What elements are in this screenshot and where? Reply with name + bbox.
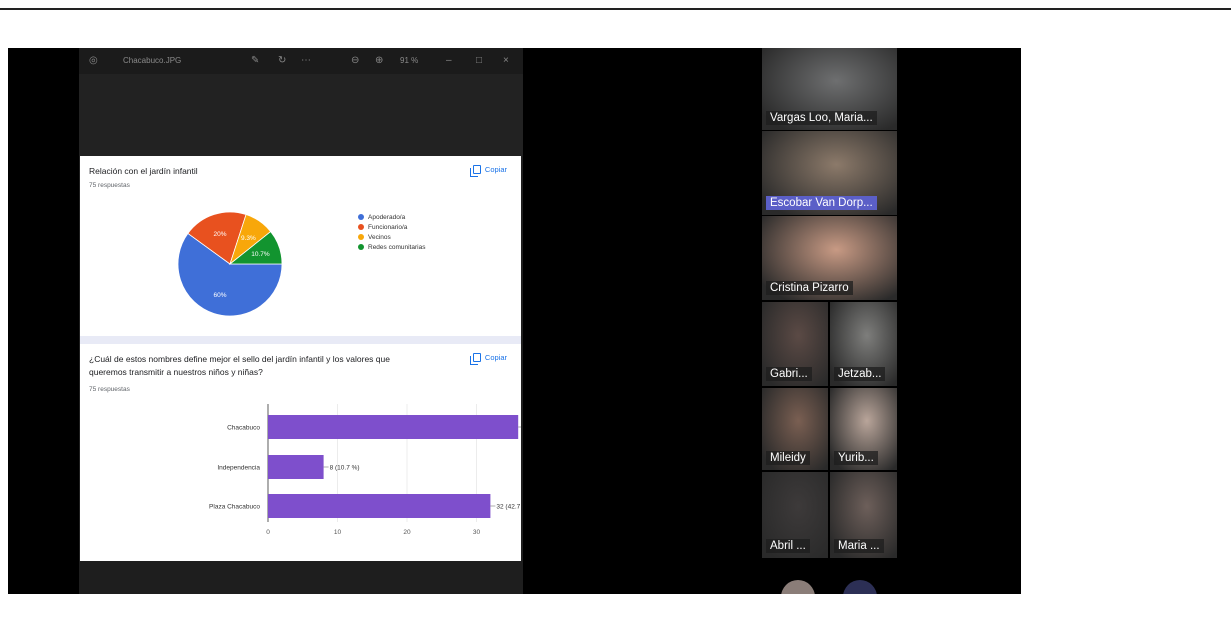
card-separator <box>80 336 521 344</box>
participant-name-label: Escobar Van Dorp... <box>766 196 877 210</box>
close-icon[interactable]: × <box>503 56 509 66</box>
viewer-empty-area <box>79 74 523 156</box>
data-label: 32 (42.7 %) <box>496 504 521 511</box>
pie-slice-label: 9.3% <box>241 235 256 242</box>
photos-app-icon: ◎ <box>89 55 98 66</box>
participant-video-tile[interactable]: Escobar Van Dorp... <box>762 131 897 215</box>
reaction-button[interactable] <box>781 580 815 594</box>
pie-slice-label: 60% <box>214 292 227 299</box>
participant-video-tile[interactable]: Gabri... <box>762 302 828 386</box>
legend-item: Apoderado/a <box>358 212 425 222</box>
legend-item: Funcionario/a <box>358 222 425 232</box>
legend-item: Redes comunitarias <box>358 242 425 252</box>
bar-chart: 010203040Chacabuco36 (48 %)Independencia… <box>209 404 521 536</box>
legend-label: Apoderado/a <box>368 213 406 221</box>
meeting-stage: ◎ Chacabuco.JPG ✎ ↻ ⋯ ⊖ ⊕ 91 % – □ × Rel… <box>8 48 1021 594</box>
viewer-toolbar: ◎ Chacabuco.JPG ✎ ↻ ⋯ ⊖ ⊕ 91 % – □ × <box>79 48 523 74</box>
pie-legend: Apoderado/a Funcionario/a Vecinos Redes … <box>358 212 425 252</box>
pie-slice-label: 10.7% <box>251 251 270 258</box>
data-label: 8 (10.7 %) <box>330 465 360 472</box>
copy-icon <box>469 353 481 365</box>
shared-screen-image-viewer: ◎ Chacabuco.JPG ✎ ↻ ⋯ ⊖ ⊕ 91 % – □ × Rel… <box>79 48 523 594</box>
participant-name-label: Yurib... <box>834 451 878 465</box>
legend-label: Vecinos <box>368 233 391 241</box>
participant-name-label: Mileidy <box>766 451 810 465</box>
legend-swatch <box>358 214 364 220</box>
participant-video-tile[interactable]: Jetzab... <box>830 302 897 386</box>
participant-name-label: Maria ... <box>834 539 884 553</box>
x-tick-label: 30 <box>473 529 481 536</box>
viewer-bottom-bar <box>79 561 523 594</box>
category-label: Plaza Chacabuco <box>209 504 260 511</box>
question-title-line1: ¿Cuál de estos nombres define mejor el s… <box>89 354 390 364</box>
question-title: Relación con el jardín infantil <box>89 166 198 176</box>
user-avatar[interactable] <box>843 580 877 594</box>
maximize-icon[interactable]: □ <box>476 56 482 66</box>
top-divider-line <box>0 8 1231 10</box>
participant-video-tile[interactable]: Cristina Pizarro <box>762 216 897 300</box>
copy-chart-button[interactable]: Copiar <box>469 165 507 177</box>
bar <box>268 494 491 518</box>
viewer-filename: Chacabuco.JPG <box>123 56 182 65</box>
bar <box>268 415 519 439</box>
legend-label: Redes comunitarias <box>368 243 426 251</box>
legend-label: Funcionario/a <box>368 223 408 231</box>
more-options-icon[interactable]: ⋯ <box>301 56 311 66</box>
zoom-out-icon[interactable]: ⊖ <box>351 56 359 66</box>
form-question-card-nombre: ¿Cuál de estos nombres define mejor el s… <box>80 344 521 562</box>
x-tick-label: 10 <box>334 529 342 536</box>
participant-video-tile[interactable]: Yurib... <box>830 388 897 470</box>
legend-swatch <box>358 244 364 250</box>
legend-swatch <box>358 234 364 240</box>
x-tick-label: 20 <box>403 529 411 536</box>
copy-chart-button[interactable]: Copiar <box>469 353 507 365</box>
edit-image-icon[interactable]: ✎ <box>251 56 259 66</box>
zoom-in-icon[interactable]: ⊕ <box>375 56 383 66</box>
participant-name-label: Jetzab... <box>834 367 886 381</box>
copy-icon <box>469 165 481 177</box>
form-question-card-relacion: Relación con el jardín infantil 75 respu… <box>80 156 521 336</box>
participant-video-tile[interactable]: Vargas Loo, Maria... <box>762 48 897 130</box>
participant-name-label: Vargas Loo, Maria... <box>766 111 877 125</box>
legend-item: Vecinos <box>358 232 425 242</box>
zoom-level: 91 % <box>400 56 419 65</box>
bar <box>268 455 324 479</box>
participant-video-tile[interactable]: Abril ... <box>762 472 828 558</box>
copy-label: Copiar <box>484 165 507 174</box>
minimize-icon[interactable]: – <box>446 56 452 66</box>
question-title-line2: queremos transmitir a nuestros niños y n… <box>89 367 263 377</box>
pie-slice-label: 20% <box>214 231 227 238</box>
rotate-icon[interactable]: ↻ <box>278 56 286 66</box>
legend-swatch <box>358 224 364 230</box>
response-count: 75 respuestas <box>89 182 130 189</box>
copy-label: Copiar <box>484 353 507 362</box>
response-count: 75 respuestas <box>89 386 130 393</box>
participant-video-tile[interactable]: Mileidy <box>762 388 828 470</box>
pie-chart: 60% 20% 9.3% 10.7% <box>177 211 283 317</box>
participant-video-tile[interactable]: Maria ... <box>830 472 897 558</box>
participant-name-label: Cristina Pizarro <box>766 281 853 295</box>
category-label: Independencia <box>217 465 260 472</box>
category-label: Chacabuco <box>227 425 260 432</box>
participant-name-label: Abril ... <box>766 539 810 553</box>
participant-name-label: Gabri... <box>766 367 812 381</box>
x-tick-label: 0 <box>266 529 270 536</box>
